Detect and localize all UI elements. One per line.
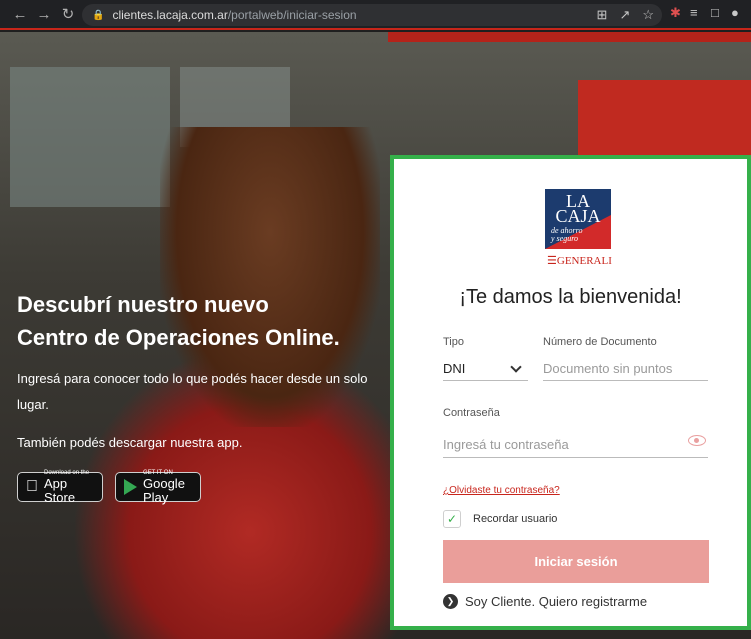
- google-play-icon: [124, 479, 137, 495]
- reload-icon[interactable]: ↻: [56, 2, 80, 26]
- document-type-value: DNI: [443, 361, 466, 376]
- extension-icon[interactable]: ✱: [670, 5, 681, 21]
- login-button[interactable]: Iniciar sesión: [443, 540, 709, 583]
- headline-line2: Centro de Operaciones Online.: [17, 325, 340, 350]
- logo-line4: y seguro: [551, 234, 579, 243]
- la-caja-logo: LA CAJA de ahorro y seguro: [545, 189, 611, 249]
- document-label: Número de Documento: [543, 336, 657, 348]
- app-badges:  Download on the App Store GET IT ON Go…: [17, 470, 201, 505]
- hero-subtext: Ingresá para conocer todo lo que podés h…: [17, 371, 368, 412]
- forgot-password-link[interactable]: ¿Olvidaste tu contraseña?: [443, 485, 560, 496]
- generali-text: GENERALI: [556, 255, 612, 267]
- decor-red-bar: [388, 32, 751, 42]
- window-decor: [10, 67, 170, 207]
- chevron-right-circle-icon: ❯: [443, 594, 458, 609]
- address-bar[interactable]: 🔒 clientes.lacaja.com.ar/portalweb/inici…: [82, 4, 662, 26]
- hero-headline: Descubrí nuestro nuevo Centro de Operaci…: [17, 288, 397, 354]
- logo-tagline: de ahorro y seguro: [551, 227, 582, 243]
- install-icon[interactable]: ⊞: [597, 7, 608, 23]
- password-label: Contraseña: [443, 407, 500, 419]
- welcome-title: ¡Te damos la bienvenida!: [459, 286, 682, 308]
- profile-avatar-icon[interactable]: ●: [731, 5, 739, 20]
- decor-red-block: [578, 80, 751, 160]
- check-icon: ✓: [446, 512, 458, 526]
- side-panel-icon[interactable]: □: [711, 5, 719, 20]
- register-link[interactable]: ❯ Soy Cliente. Quiero registrarme: [443, 594, 647, 609]
- google-play-badge[interactable]: GET IT ON Google Play: [115, 470, 201, 505]
- login-card: LA CAJA de ahorro y seguro ☰GENERALI ¡Te…: [390, 155, 751, 630]
- bookmark-star-icon[interactable]: ☆: [642, 7, 654, 23]
- apple-icon: : [26, 478, 38, 496]
- back-icon[interactable]: ←: [8, 2, 32, 26]
- document-type-select[interactable]: DNI: [443, 357, 528, 381]
- document-number-input[interactable]: [543, 357, 708, 381]
- tipo-label: Tipo: [443, 336, 464, 348]
- remember-checkbox[interactable]: ✓: [443, 510, 461, 528]
- gplay-big: Google Play: [143, 475, 185, 505]
- extensions-puzzle-icon[interactable]: ≡: [690, 5, 698, 20]
- register-label: Soy Cliente. Quiero registrarme: [465, 594, 648, 609]
- share-icon[interactable]: ↗: [619, 7, 630, 23]
- url-host: clientes.lacaja.com.ar: [112, 8, 228, 22]
- app-store-badge[interactable]:  Download on the App Store: [17, 470, 103, 504]
- password-input[interactable]: [443, 431, 708, 458]
- eye-icon[interactable]: [688, 435, 706, 446]
- hero-copy: Descubrí nuestro nuevo Centro de Operaci…: [17, 288, 397, 450]
- remember-user[interactable]: ✓ Recordar usuario: [443, 510, 557, 528]
- browser-toolbar: ← → ↻ 🔒 clientes.lacaja.com.ar/portalweb…: [0, 0, 751, 30]
- logo-line2: CAJA: [555, 206, 601, 226]
- headline-line1: Descubrí nuestro nuevo: [17, 292, 269, 317]
- appstore-big: App Store: [32, 476, 90, 504]
- generali-logo: ☰GENERALI: [547, 255, 612, 267]
- remember-label: Recordar usuario: [473, 513, 558, 525]
- chevron-down-icon: [510, 360, 522, 373]
- lock-icon: 🔒: [92, 9, 105, 21]
- forward-icon[interactable]: →: [32, 2, 56, 26]
- url-path: /portalweb/iniciar-sesion: [227, 8, 357, 22]
- hero-app-line: También podés descargar nuestra app.: [17, 435, 243, 450]
